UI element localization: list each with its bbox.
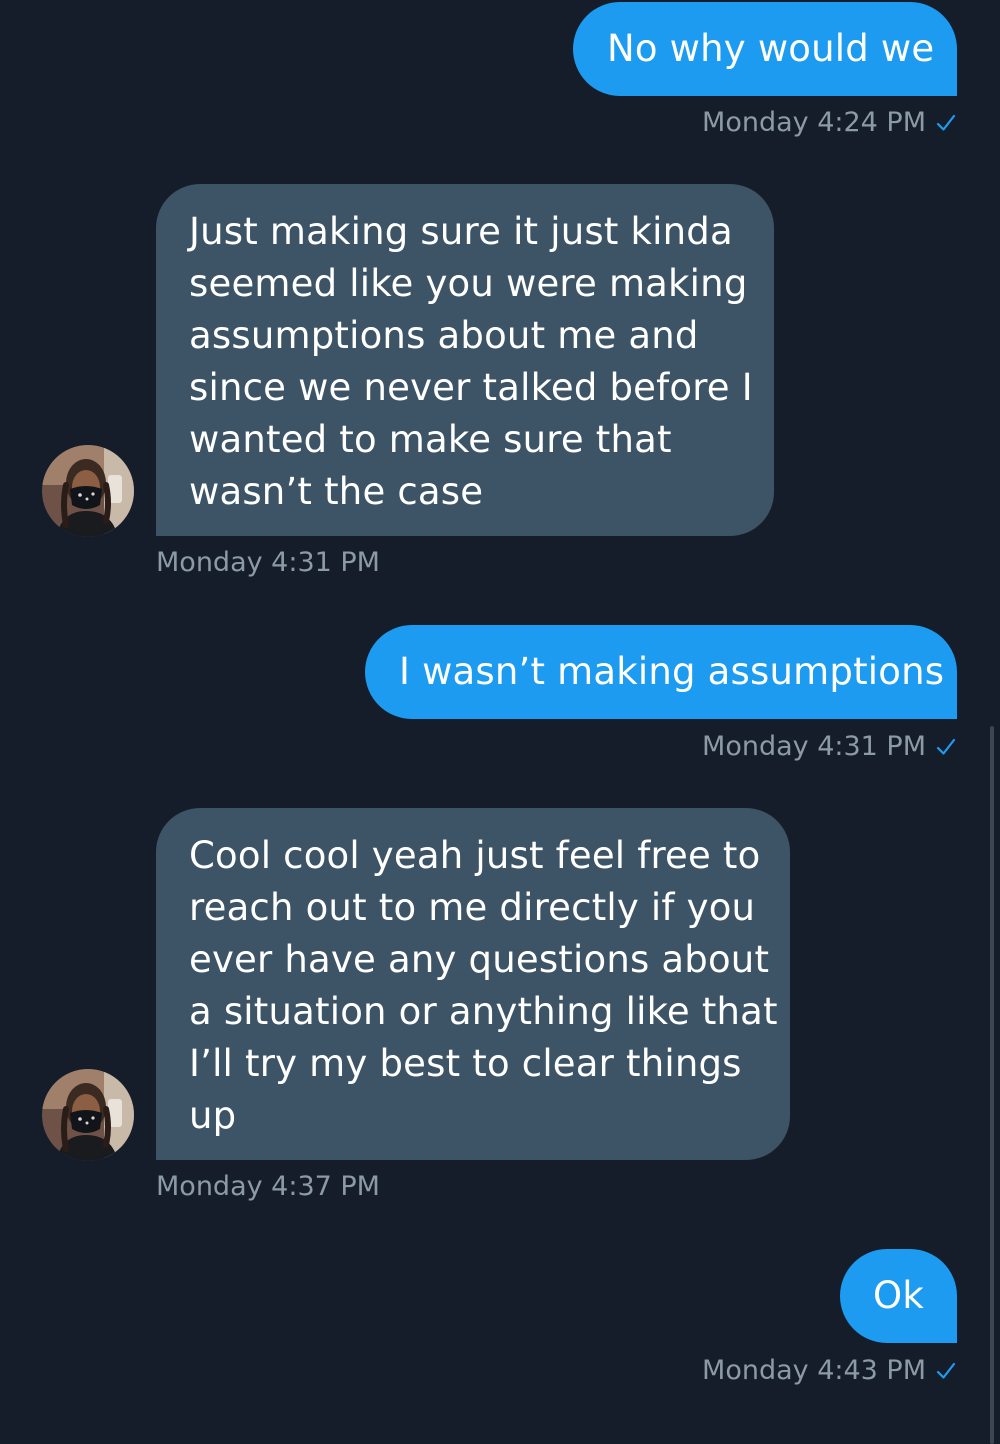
message-timestamp: Monday 4:31 PM — [702, 730, 956, 764]
sent-message-bubble[interactable]: I wasn’t making assumptions — [365, 625, 957, 719]
message-timestamp: Monday 4:37 PM — [156, 1170, 380, 1204]
message-line: Cool cool yeah just feel free to — [189, 834, 761, 877]
avatar[interactable] — [42, 445, 134, 537]
check-icon — [936, 113, 956, 133]
timestamp-text: Monday 4:43 PM — [702, 1355, 926, 1386]
scrollbar[interactable] — [990, 726, 994, 1444]
message-line: wanted to make sure that — [189, 418, 672, 461]
message-text: No why would we — [607, 27, 935, 70]
message-timestamp: Monday 4:31 PM — [156, 546, 380, 580]
message-timestamp: Monday 4:43 PM — [702, 1354, 956, 1388]
message-line: reach out to me directly if you — [189, 886, 756, 929]
avatar[interactable] — [42, 1069, 134, 1161]
message-line: assumptions about me and — [189, 314, 699, 357]
message-text: Ok — [873, 1274, 924, 1317]
timestamp-text: Monday 4:31 PM — [702, 731, 926, 762]
received-message-bubble[interactable]: Cool cool yeah just feel free to reach o… — [156, 808, 790, 1160]
check-icon — [936, 737, 956, 757]
message-line: ever have any questions about — [189, 938, 770, 981]
message-text: I wasn’t making assumptions — [399, 650, 945, 693]
message-line: seemed like you were making — [189, 262, 748, 305]
sent-message-bubble[interactable]: Ok — [840, 1249, 957, 1343]
message-timestamp: Monday 4:24 PM — [702, 106, 956, 140]
message-line: since we never talked before I — [189, 366, 753, 409]
message-line: a situation or anything like that — [189, 990, 778, 1033]
message-line: wasn’t the case — [189, 470, 484, 513]
check-icon — [936, 1361, 956, 1381]
sent-message-bubble[interactable]: No why would we — [573, 2, 957, 96]
timestamp-text: Monday 4:37 PM — [156, 1171, 380, 1202]
received-message-bubble[interactable]: Just making sure it just kinda seemed li… — [156, 184, 774, 536]
message-line: up — [189, 1094, 237, 1137]
message-line: I’ll try my best to clear things — [189, 1042, 742, 1085]
timestamp-text: Monday 4:31 PM — [156, 547, 380, 578]
message-line: Just making sure it just kinda — [189, 210, 733, 253]
timestamp-text: Monday 4:24 PM — [702, 107, 926, 138]
